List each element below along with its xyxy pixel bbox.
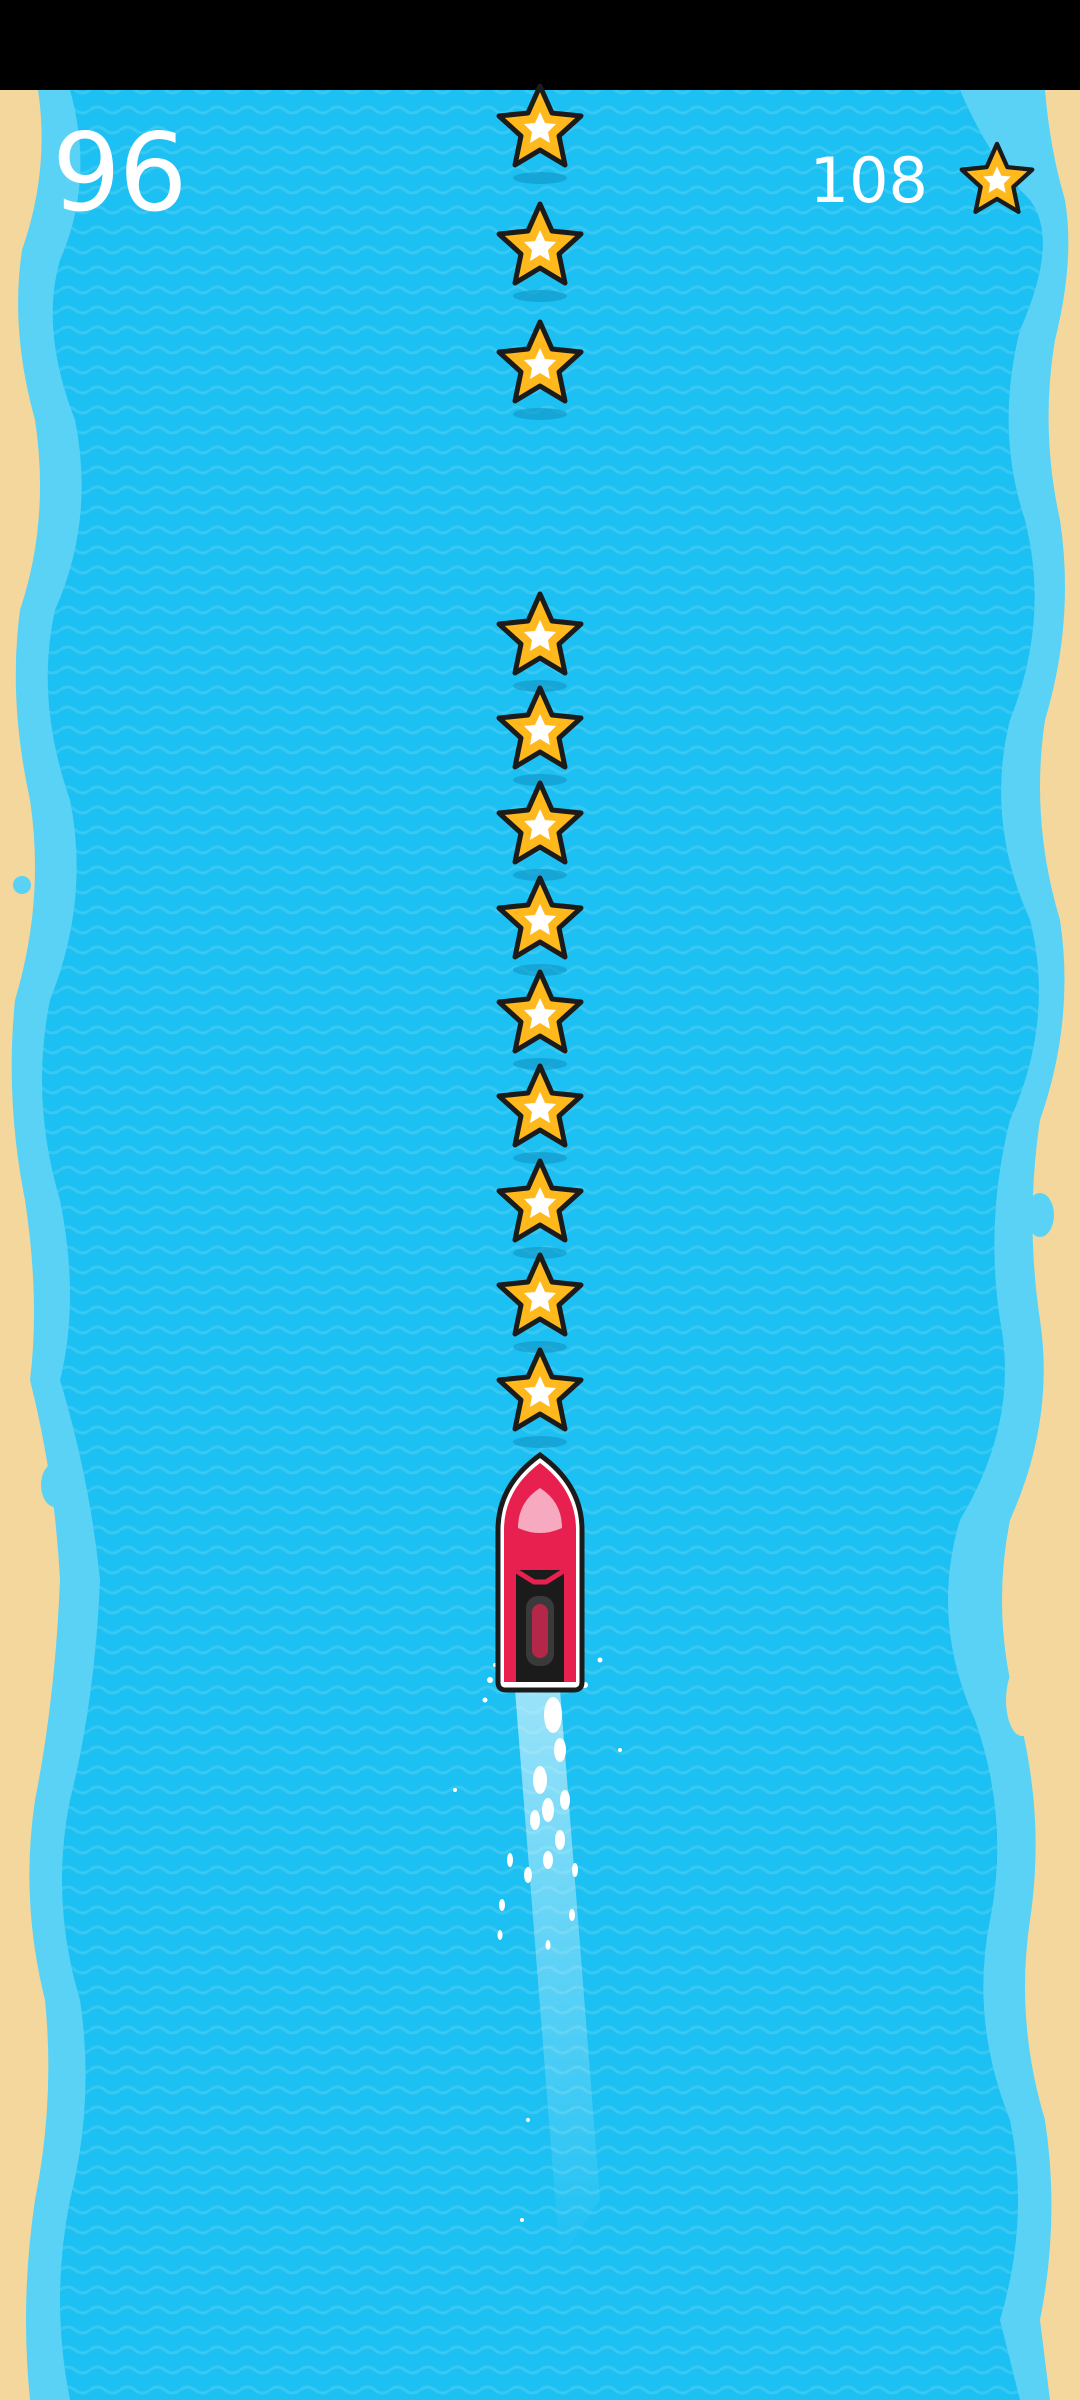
stars-collected-counter: 108 [809, 144, 928, 217]
game-screen[interactable]: 96 108 [0, 0, 1080, 2400]
score-counter: 96 [52, 111, 187, 236]
game-scene[interactable] [0, 0, 1080, 2400]
star-icon [959, 141, 1035, 214]
player-jet-ski[interactable] [495, 1451, 585, 1693]
water-waves [0, 90, 1080, 2400]
